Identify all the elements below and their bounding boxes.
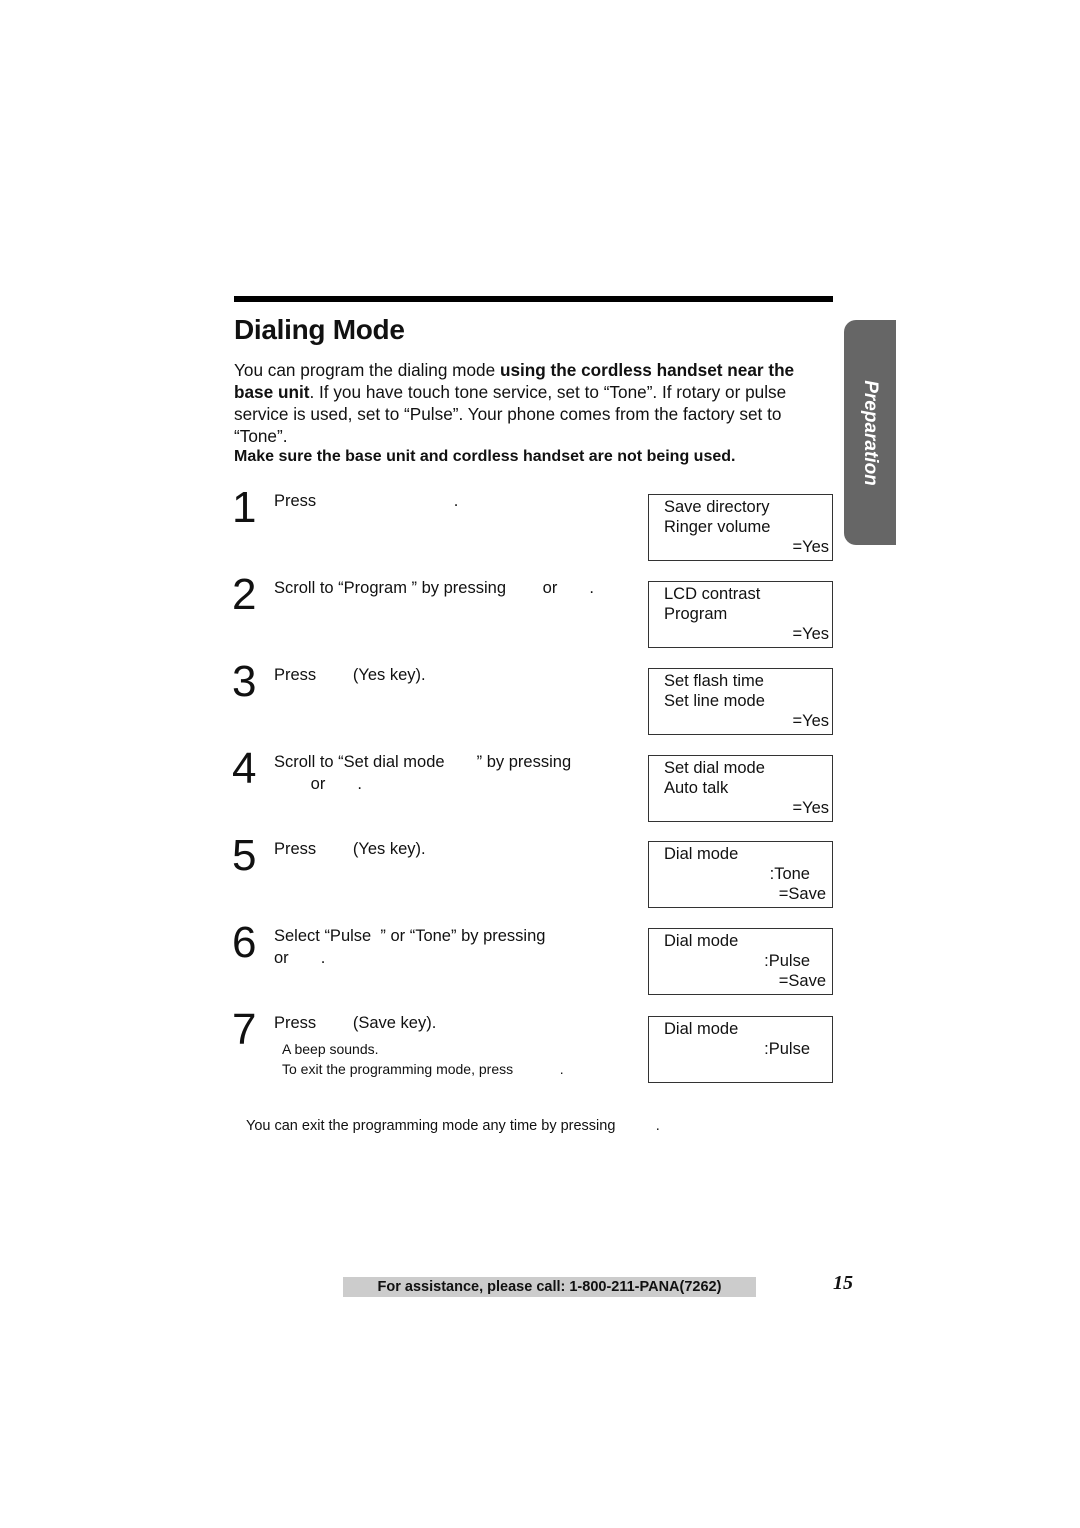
step-text: Press (Yes key).: [274, 840, 426, 858]
lcd-display-1: Save directory Ringer volume =Yes: [648, 494, 833, 561]
step-number: 7: [232, 1005, 257, 1054]
step-text: Press (Yes key).: [274, 666, 426, 684]
step-number: 5: [232, 831, 257, 880]
lcd-display-2: LCD contrast Program =Yes: [648, 581, 833, 648]
lcd-line-2: Program: [664, 605, 728, 623]
step-subtext-exit: To exit the programming mode, press .: [282, 1061, 564, 1077]
lcd-line-3: =Save: [778, 885, 826, 903]
lcd-line-2: :Pulse: [764, 1040, 810, 1058]
step-number: 3: [232, 657, 257, 706]
lcd-display-3: Set flash time Set line mode =Yes: [648, 668, 833, 735]
lcd-line-3: =Yes: [792, 538, 829, 556]
intro-text: You can program the dialing mode: [234, 360, 500, 380]
warning-text: Make sure the base unit and cordless han…: [234, 448, 736, 465]
page-number: 15: [833, 1272, 853, 1294]
intro-paragraph: You can program the dialing mode using t…: [234, 359, 834, 447]
step-number: 2: [232, 570, 257, 619]
lcd-display-4: Set dial mode Auto talk =Yes: [648, 755, 833, 822]
top-rule: [234, 296, 833, 302]
lcd-line-2: :Pulse: [764, 952, 810, 970]
lcd-line-1: Set flash time: [664, 672, 764, 690]
page-title: Dialing Mode: [234, 314, 405, 345]
step-number: 6: [232, 918, 257, 967]
step-number: 1: [232, 483, 257, 532]
lcd-display-6: Dial mode :Pulse =Save: [648, 928, 833, 995]
lcd-line-1: Dial mode: [664, 932, 739, 950]
lcd-line-3: =Yes: [792, 712, 829, 730]
lcd-line-2: Auto talk: [664, 779, 729, 797]
lcd-line-3: =Yes: [792, 625, 829, 643]
lcd-display-7: Dial mode :Pulse: [648, 1016, 833, 1083]
intro-text-2: . If you have touch tone service, set to…: [234, 382, 787, 446]
lcd-display-5: Dial mode :Tone =Save: [648, 841, 833, 908]
step-number: 4: [232, 744, 257, 793]
step-text: Press (Save key).: [274, 1014, 437, 1032]
step-subtext-beep: A beep sounds.: [282, 1041, 379, 1057]
section-tab-label: Preparation: [860, 379, 881, 486]
lcd-line-1: Save directory: [664, 498, 770, 516]
lcd-line-1: Set dial mode: [664, 759, 765, 777]
lcd-line-1: Dial mode: [664, 1020, 739, 1038]
lcd-line-1: LCD contrast: [664, 585, 761, 603]
lcd-line-3: =Save: [778, 972, 826, 990]
lcd-line-2: :Tone: [769, 865, 810, 883]
lcd-line-2: Ringer volume: [664, 518, 771, 536]
assistance-banner: For assistance, please call: 1-800-211-P…: [343, 1277, 756, 1297]
lcd-line-3: =Yes: [792, 799, 829, 817]
step-text: Scroll to “Program ” by pressing or .: [274, 579, 595, 597]
step-text: Select “Pulse ” or “Tone” by pressing or…: [274, 927, 546, 967]
step-text: Scroll to “Set dial mode ” by pressing o…: [274, 753, 572, 793]
exit-note: You can exit the programming mode any ti…: [246, 1118, 660, 1134]
section-tab-preparation: Preparation: [844, 320, 896, 545]
lcd-line-2: Set line mode: [664, 692, 765, 710]
step-text: Press .: [274, 492, 459, 510]
lcd-line-1: Dial mode: [664, 845, 739, 863]
